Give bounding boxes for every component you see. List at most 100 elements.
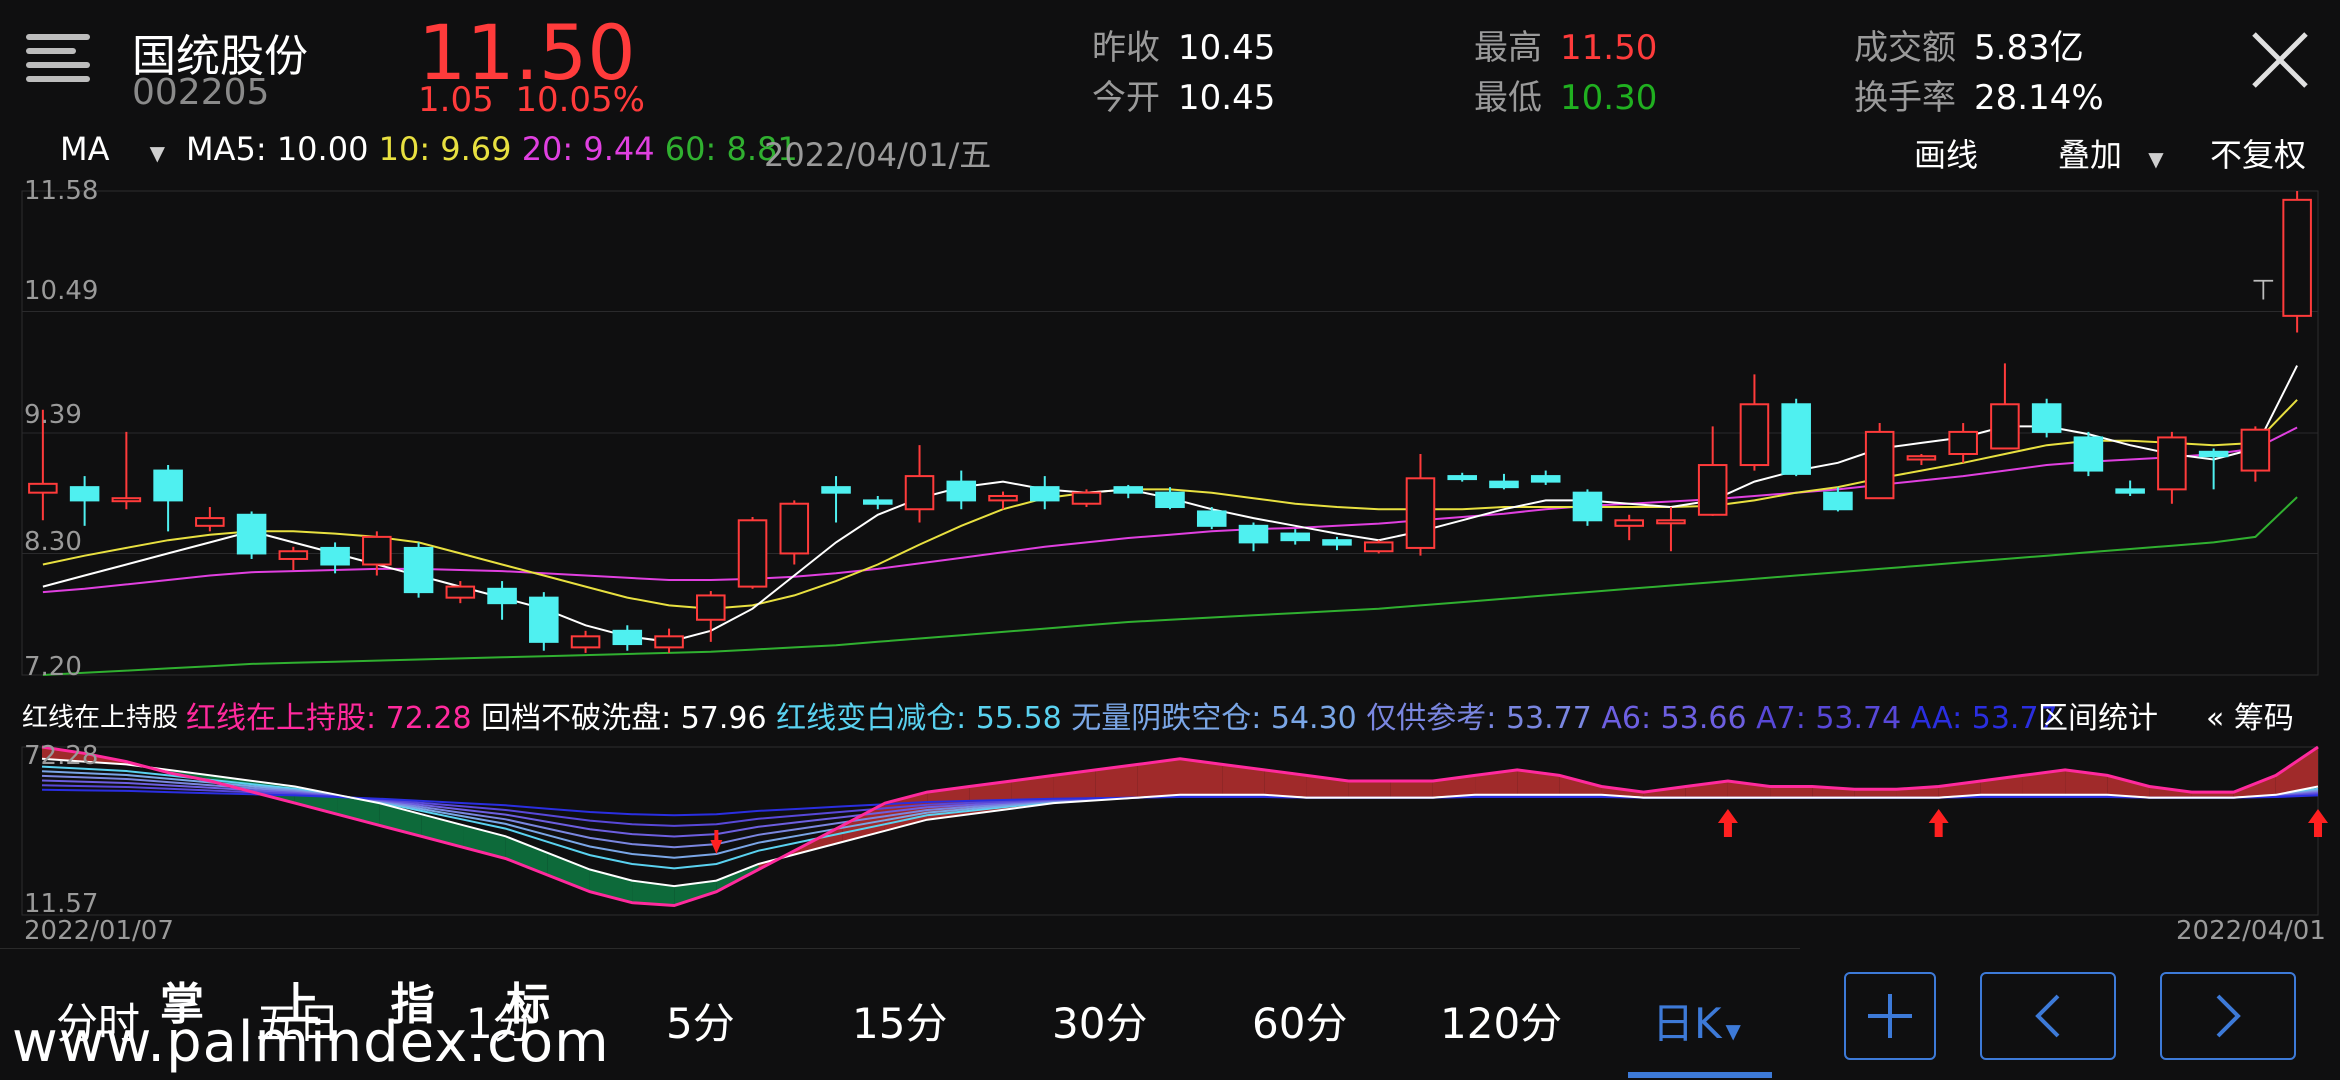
price-tick: 9.39 (24, 400, 82, 430)
price-tick: 8.30 (24, 527, 82, 557)
tab-5min[interactable]: 5分 (666, 990, 735, 1051)
candle-body (1196, 510, 1227, 527)
indicator-axis-bottom: 11.57 (24, 889, 99, 919)
candle-body (1363, 541, 1394, 553)
chevron-right-icon (2216, 994, 2241, 1038)
candle-body (1280, 532, 1311, 542)
indicator-v4: 无量阴跌空仓: 54.30 (1071, 701, 1357, 736)
indicator-fill (505, 836, 548, 876)
indicator-v6: A6: 53.66 (1601, 701, 1747, 736)
tab-60min[interactable]: 60分 (1252, 990, 1347, 1051)
candle-body (1697, 464, 1728, 516)
watermark-url: www.palmindex.com (12, 1010, 610, 1075)
candle-body (1990, 403, 2020, 450)
indicator-fill (1348, 780, 1391, 798)
candle-body (153, 469, 183, 502)
price-tick: 11.58 (24, 176, 99, 206)
candle-body (1071, 491, 1102, 505)
tab-120min[interactable]: 120分 (1440, 990, 1562, 1051)
prev-button[interactable] (1980, 972, 2116, 1060)
close-icon[interactable] (2250, 30, 2310, 90)
change-percent: 10.05% (515, 80, 645, 120)
chips-button[interactable]: « 筹码 (2206, 693, 2294, 737)
low-price: 最低 10.30 (1474, 78, 1658, 118)
chevron-left-icon (2035, 994, 2060, 1038)
candle-body (1530, 475, 1561, 483)
price-change: 1.05 10.05% (418, 80, 645, 120)
candle-body (988, 494, 1018, 502)
turnover-rate: 换手率 28.14% (1854, 78, 2104, 118)
candle-body (1489, 480, 1519, 489)
ma5-value: MA5: 10.00 (186, 130, 369, 168)
candle-body (1614, 519, 1644, 527)
price-tick: 7.20 (24, 652, 82, 682)
candle-body (654, 635, 684, 649)
indicator-v1: 红线在上持股: 72.28 (186, 701, 472, 736)
candle-body (1322, 539, 1352, 546)
indicator-fill (1770, 786, 1813, 798)
range-stats-button[interactable]: 区间统计 (2038, 693, 2158, 737)
candle-body (1656, 519, 1686, 525)
indicator-v3: 红线变白减仓: 55.58 (776, 701, 1062, 736)
candle-body (1739, 403, 1770, 467)
next-button[interactable] (2160, 972, 2296, 1060)
indicator-v5: 仅供参考: 53.77 (1366, 701, 1592, 736)
candle-body (236, 513, 267, 555)
active-tab-indicator (1628, 1072, 1772, 1078)
candle-body (111, 497, 142, 503)
tab-15min[interactable]: 15分 (852, 990, 947, 1051)
candle-body (487, 587, 517, 605)
candle-body (612, 629, 643, 646)
adjust-button[interactable]: 不复权 (2210, 130, 2306, 176)
candle-body (2198, 450, 2229, 458)
indicator-chart[interactable] (0, 735, 2340, 920)
menu-icon[interactable] (26, 34, 90, 86)
ma-selector[interactable]: MA ▼ (60, 130, 165, 168)
stock-code: 002205 (132, 72, 270, 113)
change-amount: 1.05 (418, 80, 494, 120)
candle-body (1781, 403, 1811, 475)
tab-30min[interactable]: 30分 (1052, 990, 1147, 1051)
candle-body (821, 486, 851, 494)
prev-close: 昨收 10.45 (1092, 28, 1276, 68)
candle-body (1155, 491, 1185, 509)
candle-body (69, 486, 100, 502)
signal-arrow-icon (1717, 809, 1738, 837)
candle-body (737, 519, 768, 588)
chevron-down-icon: ▼ (2148, 147, 2164, 171)
high-marker: ⊤ (2251, 273, 2275, 306)
high-price: 最高 11.50 (1474, 28, 1658, 68)
candle-body (779, 502, 810, 555)
candle-body (1906, 455, 1937, 461)
candle-body (2240, 428, 2271, 472)
candlestick-chart[interactable]: ⊤ (0, 175, 2340, 685)
tab-daily-k[interactable]: 日K ▼ (1652, 990, 1741, 1051)
open-price: 今开 10.45 (1092, 78, 1276, 118)
date-start: 2022/01/07 (24, 916, 174, 946)
candle-body (1823, 491, 1853, 511)
indicator-axis-top: 72.28 (24, 741, 99, 771)
candle-body (278, 550, 309, 560)
date-end: 2022/04/01 (2176, 916, 2326, 946)
draw-line-button[interactable]: 画线 (1914, 130, 1978, 176)
indicator-v7: A7: 53.74 (1756, 701, 1902, 736)
candle-body (1113, 486, 1144, 494)
candle-body (946, 480, 977, 502)
overlay-button[interactable]: 叠加 ▼ (2058, 130, 2164, 176)
chevron-down-icon: ▼ (1725, 1019, 1741, 1043)
candle-body (1572, 491, 1603, 522)
candle-body (362, 535, 392, 566)
indicator-name[interactable]: 红线在上持股 (22, 697, 178, 734)
add-button[interactable] (1844, 972, 1936, 1060)
candle-body (2282, 198, 2312, 317)
signal-arrow-icon (2308, 809, 2328, 837)
indicator-v8: AA: 53.77 (1910, 701, 2058, 736)
indicator-v2: 回档不破洗盘: 57.96 (481, 701, 767, 736)
turnover-amount: 成交额 5.83亿 (1854, 28, 2084, 68)
candle-body (1238, 524, 1269, 544)
candle-body (2031, 403, 2062, 433)
candle-body (403, 546, 434, 594)
candle-body (1405, 477, 1436, 549)
candle-body (863, 499, 893, 505)
candle-body (2073, 436, 2104, 472)
